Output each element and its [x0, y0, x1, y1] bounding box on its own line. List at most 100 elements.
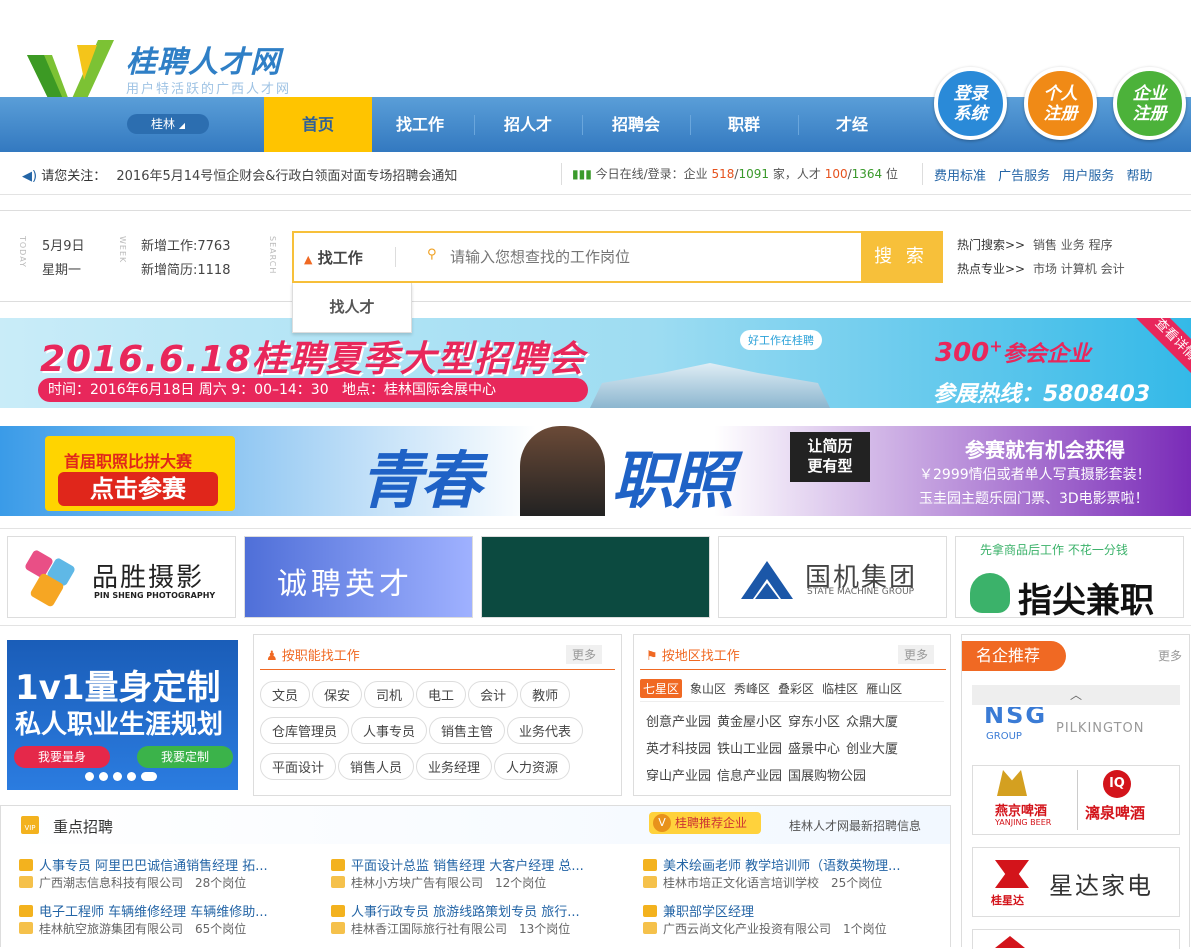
- contest-title: 首届职照比拼大赛: [64, 452, 193, 471]
- place-link[interactable]: 信息产业园: [717, 765, 782, 784]
- more-link[interactable]: 更多: [898, 645, 935, 664]
- place-link[interactable]: 铁山工业园: [717, 738, 782, 757]
- area-tab[interactable]: 叠彩区: [778, 680, 814, 697]
- function-tag[interactable]: 教师: [520, 681, 571, 708]
- hot-search-item[interactable]: 程序: [1089, 238, 1113, 252]
- place-link[interactable]: 创业大厦: [846, 738, 898, 757]
- nav-find-talent[interactable]: 招人才: [474, 97, 582, 152]
- nav-career[interactable]: 才经: [798, 97, 906, 152]
- job-fair-banner[interactable]: 2016.6.18桂聘夏季大型招聘会 时间：2016年6月18日 周六 9：00…: [0, 318, 1191, 408]
- hot-search-item[interactable]: 业务: [1061, 238, 1085, 252]
- crown-icon: [643, 905, 657, 917]
- company-name[interactable]: 桂林小方块广告有限公司: [351, 876, 483, 890]
- more-link[interactable]: 更多: [1158, 647, 1182, 664]
- hot-major-item[interactable]: 会计: [1101, 262, 1125, 276]
- sponsor-zhijian[interactable]: 先拿商品后工作 不花一分钱 指尖兼职: [955, 536, 1184, 618]
- job-item[interactable]: 人事行政专员 旅游线路策划专员 旅行... 桂林香江国际旅行社有限公司 13个岗位: [331, 901, 625, 937]
- function-tag[interactable]: 业务代表: [507, 717, 584, 744]
- company-name[interactable]: 桂林香江国际旅行社有限公司: [351, 922, 507, 936]
- search-input[interactable]: [450, 243, 850, 271]
- place-link[interactable]: 盛景中心: [788, 738, 840, 757]
- function-tag[interactable]: 人力资源: [494, 753, 571, 780]
- link-pricing[interactable]: 费用标准: [934, 169, 986, 184]
- nav-home[interactable]: 首页: [264, 97, 372, 152]
- scroll-up-icon[interactable]: ︿: [972, 685, 1180, 705]
- promo-button-2[interactable]: 我要定制: [137, 746, 233, 768]
- job-titles[interactable]: 人事行政专员 旅游线路策划专员 旅行...: [351, 905, 580, 920]
- career-planning-promo[interactable]: 1v1量身定制 私人职业生涯规划 我要量身 我要定制: [7, 640, 238, 790]
- nav-job-fair[interactable]: 招聘会: [582, 97, 690, 152]
- area-tab[interactable]: 秀峰区: [734, 680, 770, 697]
- place-link[interactable]: 英才科技园: [646, 738, 711, 757]
- sponsor-blank[interactable]: [481, 536, 710, 618]
- personal-register-button[interactable]: 个人 注册: [1024, 67, 1097, 140]
- sponsor-pinsheng[interactable]: 品胜摄影 PIN SHENG PHOTOGRAPHY: [7, 536, 236, 618]
- search-type-select[interactable]: ▲ 找工作: [304, 247, 363, 268]
- company-register-button[interactable]: 企业 注册: [1113, 67, 1186, 140]
- function-tag[interactable]: 人事专员: [351, 717, 428, 744]
- job-item[interactable]: 平面设计总监 销售经理 大客户经理 总... 桂林小方块广告有限公司 12个岗位: [331, 855, 625, 891]
- more-link[interactable]: 更多: [566, 645, 603, 664]
- place-link[interactable]: 众鼎大厦: [846, 711, 898, 730]
- login-button[interactable]: 登录 系统: [934, 67, 1007, 140]
- area-tab[interactable]: 临桂区: [822, 680, 858, 697]
- area-tab-active[interactable]: 七星区: [640, 679, 683, 698]
- company-logo-yanjing[interactable]: 燕京啤酒 YANJING BEER lQ 漓泉啤酒: [972, 765, 1180, 835]
- function-tag[interactable]: 业务经理: [416, 753, 493, 780]
- promo-button-1[interactable]: 我要量身: [14, 746, 110, 768]
- company-name[interactable]: 桂林航空旅游集团有限公司: [39, 922, 183, 936]
- job-count: 13个岗位: [519, 922, 571, 936]
- carousel-dots[interactable]: [85, 770, 165, 782]
- link-ad-service[interactable]: 广告服务: [998, 169, 1050, 184]
- area-tab[interactable]: 雁山区: [866, 680, 902, 697]
- function-tag[interactable]: 销售人员: [338, 753, 415, 780]
- place-link[interactable]: 国展购物公园: [788, 765, 866, 784]
- job-item[interactable]: 兼职部学区经理 广西云尚文化产业投资有限公司 1个岗位: [643, 901, 937, 937]
- function-tag[interactable]: 保安: [312, 681, 363, 708]
- place-link[interactable]: 穿山产业园: [646, 765, 711, 784]
- job-item[interactable]: 电子工程师 车辆维修经理 车辆维修助... 桂林航空旅游集团有限公司 65个岗位: [19, 901, 309, 937]
- city-selector[interactable]: 桂林 ◢: [127, 114, 209, 134]
- place-link[interactable]: 穿东小区: [788, 711, 840, 730]
- company-name[interactable]: 广西潮志信息科技有限公司: [39, 876, 183, 890]
- notice[interactable]: ◀) 请您关注： 2016年5月14号恒企财会&行政白领面对面专场招聘会通知: [22, 165, 457, 184]
- function-tag[interactable]: 司机: [364, 681, 415, 708]
- link-user-service[interactable]: 用户服务: [1062, 169, 1114, 184]
- recommended-badge[interactable]: V 桂聘推荐企业: [649, 812, 761, 834]
- photo-contest-banner[interactable]: 首届职照比拼大赛 点击参赛 青春 职照 让简历 更有型 参赛就有机会获得 ￥299…: [0, 426, 1191, 516]
- job-titles[interactable]: 兼职部学区经理: [663, 905, 754, 920]
- function-tag[interactable]: 平面设计: [260, 753, 337, 780]
- nav-find-job[interactable]: 找工作: [366, 97, 474, 152]
- company-logo-pilkington[interactable]: NSG GROUP PILKINGTON: [972, 707, 1180, 751]
- place-link[interactable]: 黄金屋小区: [717, 711, 782, 730]
- nav-job-group[interactable]: 职群: [690, 97, 798, 152]
- job-item[interactable]: 人事专员 阿里巴巴诚信通销售经理 拓... 广西潮志信息科技有限公司 28个岗位: [19, 855, 309, 891]
- function-tag[interactable]: 电工: [416, 681, 467, 708]
- function-tag[interactable]: 销售主管: [429, 717, 506, 744]
- link-help[interactable]: 帮助: [1126, 169, 1152, 184]
- search-type-option-talent[interactable]: 找人才: [292, 283, 412, 333]
- company-logo-next[interactable]: [972, 929, 1180, 949]
- job-titles[interactable]: 美术绘画老师 教学培训师（语数英物理...: [663, 859, 901, 874]
- hot-search-item[interactable]: 销售: [1033, 238, 1057, 252]
- company-logo-xingda[interactable]: 桂星达 星达家电: [972, 847, 1180, 917]
- job-count: 25个岗位: [831, 876, 883, 890]
- function-tag[interactable]: 仓库管理员: [260, 717, 350, 744]
- function-tag[interactable]: 文员: [260, 681, 311, 708]
- hot-major-item[interactable]: 市场: [1033, 262, 1057, 276]
- job-item[interactable]: 美术绘画老师 教学培训师（语数英物理... 桂林市培正文化语言培训学校 25个岗位: [643, 855, 937, 891]
- job-titles[interactable]: 人事专员 阿里巴巴诚信通销售经理 拓...: [39, 859, 268, 874]
- company-name[interactable]: 桂林市培正文化语言培训学校: [663, 876, 819, 890]
- search-button[interactable]: 搜 索: [861, 233, 941, 281]
- sponsor-state-machine[interactable]: 国机集团 STATE MACHINE GROUP: [718, 536, 947, 618]
- job-titles[interactable]: 电子工程师 车辆维修经理 车辆维修助...: [39, 905, 268, 920]
- bar-chart-icon: ▮▮▮: [572, 167, 592, 181]
- join-contest-button[interactable]: 点击参赛: [58, 472, 218, 506]
- job-titles[interactable]: 平面设计总监 销售经理 大客户经理 总...: [351, 859, 584, 874]
- hot-major-item[interactable]: 计算机: [1061, 262, 1097, 276]
- company-name[interactable]: 广西云尚文化产业投资有限公司: [663, 922, 831, 936]
- function-tag[interactable]: 会计: [468, 681, 519, 708]
- place-link[interactable]: 创意产业园: [646, 711, 711, 730]
- sponsor-hiring[interactable]: 诚聘英才: [244, 536, 473, 618]
- area-tab[interactable]: 象山区: [690, 680, 726, 697]
